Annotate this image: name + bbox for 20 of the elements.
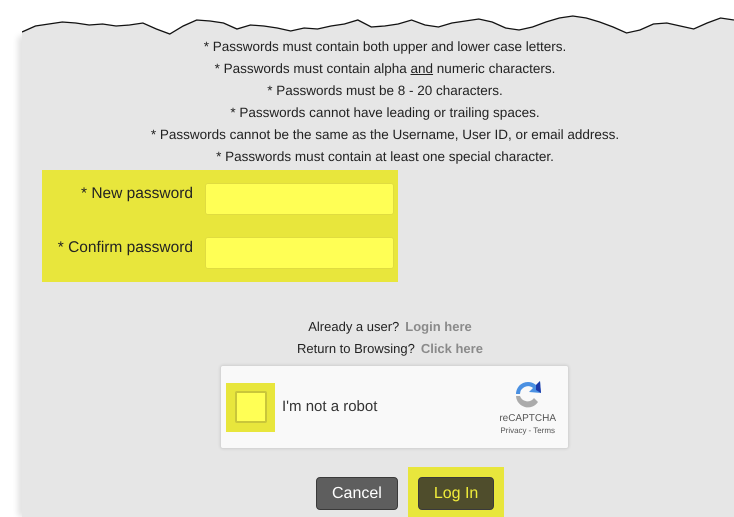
link-prompt: Return to Browsing? bbox=[297, 340, 415, 357]
password-rule: * Passwords must contain both upper and lower case letters. bbox=[204, 38, 566, 56]
login-button[interactable]: Log In bbox=[418, 477, 494, 510]
password-rule: * Passwords must be 8 - 20 characters. bbox=[267, 82, 503, 100]
captcha-label: I'm not a robot bbox=[282, 396, 378, 417]
password-rule: * Passwords must contain alpha and numeric characters. bbox=[214, 60, 556, 78]
terms-link[interactable]: Terms bbox=[533, 424, 555, 436]
captcha-checkbox[interactable] bbox=[234, 391, 266, 423]
privacy-link[interactable]: Privacy bbox=[500, 424, 527, 436]
password-rule: * Passwords must contain at least one special character. bbox=[216, 148, 554, 166]
field-label: * Confirm password bbox=[56, 238, 193, 258]
password-field[interactable] bbox=[205, 183, 394, 215]
password-rule: * Passwords cannot have leading or trailing spaces. bbox=[230, 104, 540, 122]
field-label: * New password bbox=[80, 184, 193, 204]
separator: - bbox=[528, 424, 532, 436]
password-field[interactable] bbox=[205, 237, 394, 269]
link-prompt: Already a user? bbox=[308, 318, 400, 335]
password-rule: * Passwords cannot be the same as the Username, User ID, or email address. bbox=[150, 126, 620, 144]
cancel-button[interactable]: Cancel bbox=[316, 477, 398, 510]
captcha-brand: reCAPTCHA bbox=[499, 412, 556, 424]
